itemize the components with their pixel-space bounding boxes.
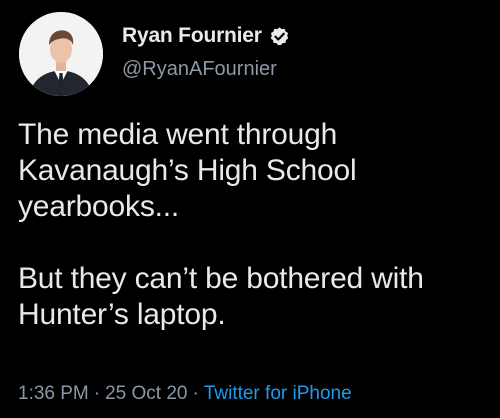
- author-handle[interactable]: @RyanAFournier: [122, 58, 277, 81]
- tweet-date[interactable]: 25 Oct 20: [105, 383, 187, 404]
- tweet-time[interactable]: 1:36 PM: [18, 383, 89, 404]
- meta-separator: ·: [192, 383, 199, 404]
- verified-badge-icon: [269, 26, 290, 47]
- author-name-row[interactable]: Ryan Fournier: [122, 22, 290, 50]
- tweet-source-link[interactable]: Twitter for iPhone: [204, 383, 352, 404]
- user-portrait-icon: [19, 12, 103, 96]
- author-display-name[interactable]: Ryan Fournier: [122, 24, 262, 48]
- tweet-meta: 1:36 PM · 25 Oct 20 · Twitter for iPhone: [18, 383, 352, 405]
- tweet-paragraph: But they can’t be bothered with Hunter’s…: [18, 262, 424, 331]
- tweet-text: The media went through Kavanaugh’s High …: [18, 117, 488, 333]
- tweet-paragraph: The media went through Kavanaugh’s High …: [18, 118, 357, 223]
- meta-separator: ·: [93, 383, 101, 404]
- avatar[interactable]: [19, 12, 103, 96]
